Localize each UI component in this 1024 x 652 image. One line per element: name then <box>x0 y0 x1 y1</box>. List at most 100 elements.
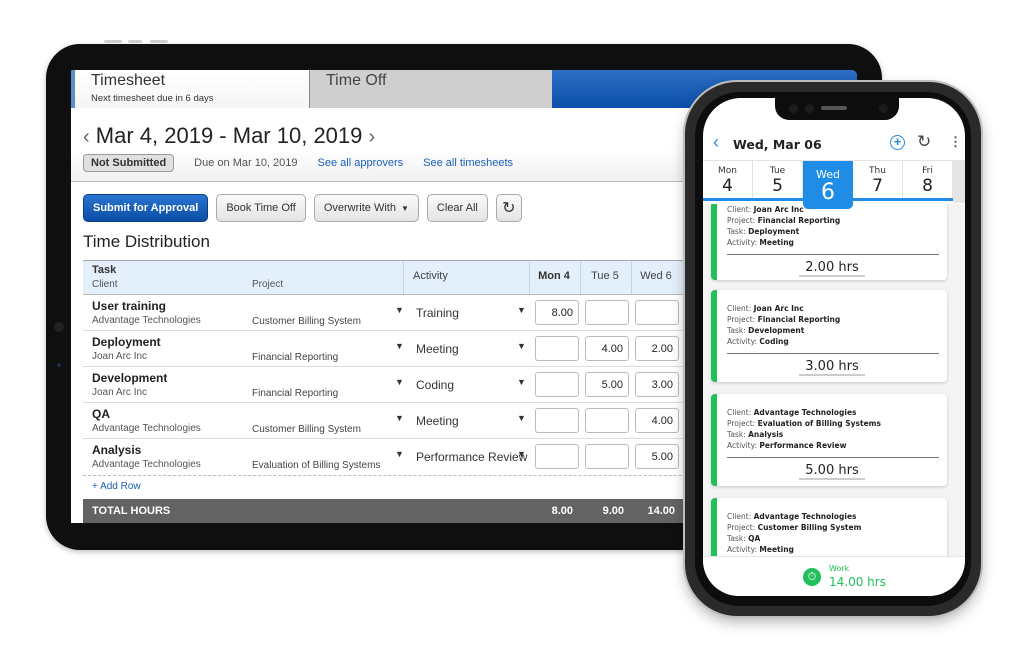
entry-list[interactable]: Client: Joan Arc Inc Project: Financial … <box>703 204 965 556</box>
hours-input-tue[interactable] <box>585 300 629 325</box>
day-tab-wed[interactable]: Wed 6 <box>803 161 853 209</box>
notch-speaker <box>821 106 847 110</box>
entry-card[interactable]: Client: Joan Arc Inc Project: Financial … <box>711 290 947 382</box>
project-dropdown-caret-icon[interactable]: ▼ <box>395 413 404 423</box>
project-dropdown-caret-icon[interactable]: ▼ <box>395 341 404 351</box>
overwrite-with-dropdown[interactable]: Overwrite With ▼ <box>313 194 419 222</box>
entry-project: Project: Evaluation of Billing Systems <box>727 419 881 428</box>
hours-input-wed[interactable] <box>635 300 679 325</box>
row-task: User training <box>92 299 167 313</box>
row-activity[interactable]: Training <box>416 306 459 320</box>
day-tab-mon[interactable]: Mon 4 <box>703 161 753 199</box>
hours-input-mon[interactable] <box>535 408 579 433</box>
back-icon[interactable]: ‹ <box>713 132 719 153</box>
entry-divider <box>727 457 939 458</box>
hours-input-wed[interactable]: 5.00 <box>635 444 679 469</box>
row-activity[interactable]: Performance Review <box>416 450 527 464</box>
activity-dropdown-caret-icon[interactable]: ▼ <box>517 449 526 459</box>
activity-dropdown-caret-icon[interactable]: ▼ <box>517 341 526 351</box>
header-project: Project <box>252 279 284 290</box>
add-entry-icon[interactable]: + <box>890 135 905 150</box>
entry-client: Client: Advantage Technologies <box>727 408 857 417</box>
row-activity[interactable]: Meeting <box>416 414 459 428</box>
stopwatch-icon: ⏱ <box>803 568 821 586</box>
row-task: QA <box>92 407 110 421</box>
tablet-sensor <box>57 343 60 346</box>
hours-input-tue[interactable] <box>585 444 629 469</box>
more-options-icon[interactable]: ⋮ <box>949 134 962 150</box>
see-all-timesheets-link[interactable]: See all timesheets <box>423 157 513 169</box>
entry-card[interactable]: Client: Advantage Technologies Project: … <box>711 498 947 556</box>
clear-all-button[interactable]: Clear All <box>426 194 488 222</box>
entry-client: Client: Advantage Technologies <box>727 512 857 521</box>
phone-notch <box>775 98 899 120</box>
hours-input-mon[interactable] <box>535 372 579 397</box>
hours-input-mon[interactable]: 8.00 <box>535 300 579 325</box>
caret-down-icon: ▼ <box>400 203 409 213</box>
entry-activity: Activity: Meeting <box>727 545 794 554</box>
overwrite-with-label: Overwrite With <box>323 202 396 214</box>
entry-project: Project: Financial Reporting <box>727 216 841 225</box>
day-tab-thu[interactable]: Thu 7 <box>853 161 903 199</box>
row-client: Advantage Technologies <box>92 315 201 326</box>
row-project: Financial Reporting <box>252 388 339 399</box>
add-row-link[interactable]: + Add Row <box>92 481 141 492</box>
tablet-button <box>128 40 142 43</box>
see-all-approvers-link[interactable]: See all approvers <box>318 157 404 169</box>
day-tab-tue[interactable]: Tue 5 <box>753 161 803 199</box>
hours-input-mon[interactable] <box>535 336 579 361</box>
entry-task: Task: Development <box>727 326 805 335</box>
activity-dropdown-caret-icon[interactable]: ▼ <box>517 413 526 423</box>
book-time-off-button[interactable]: Book Time Off <box>216 194 306 222</box>
refresh-button[interactable]: ↻ <box>495 194 522 222</box>
entry-hours: 2.00 hrs <box>717 260 947 277</box>
day-name: Thu <box>869 166 886 176</box>
header-activity: Activity <box>413 270 448 282</box>
hours-input-tue[interactable]: 5.00 <box>585 372 629 397</box>
next-period-icon[interactable]: › <box>369 126 376 148</box>
row-project: Financial Reporting <box>252 352 339 363</box>
total-mon: 8.00 <box>551 505 573 517</box>
hours-input-tue[interactable]: 4.00 <box>585 336 629 361</box>
notch-camera <box>879 104 888 113</box>
entry-project: Project: Financial Reporting <box>727 315 841 324</box>
prev-period-icon[interactable]: ‹ <box>83 126 90 148</box>
hours-input-wed[interactable]: 3.00 <box>635 372 679 397</box>
activity-dropdown-caret-icon[interactable]: ▼ <box>517 305 526 315</box>
mobile-date-title: Wed, Mar 06 <box>733 137 822 152</box>
hours-input-tue[interactable] <box>585 408 629 433</box>
row-activity[interactable]: Coding <box>416 378 454 392</box>
phone-device: ‹ Wed, Mar 06 + ↻ ⋮ Mon 4 Tue 5 Wed 6 Th… <box>685 82 981 616</box>
total-wed: 14.00 <box>647 505 675 517</box>
entry-task: Task: Deployment <box>727 227 800 236</box>
tablet-camera <box>54 322 64 332</box>
day-selector-overflow <box>953 161 965 203</box>
hours-input-wed[interactable]: 4.00 <box>635 408 679 433</box>
day-name: Fri <box>922 166 933 176</box>
row-activity[interactable]: Meeting <box>416 342 459 356</box>
day-name: Mon <box>718 166 737 176</box>
row-client: Advantage Technologies <box>92 423 201 434</box>
section-title: Time Distribution <box>83 232 210 251</box>
entry-card[interactable]: Client: Joan Arc Inc Project: Financial … <box>711 204 947 280</box>
entry-card[interactable]: Client: Advantage Technologies Project: … <box>711 394 947 486</box>
refresh-icon[interactable]: ↻ <box>917 132 931 152</box>
hours-input-wed[interactable]: 2.00 <box>635 336 679 361</box>
entry-task: Task: QA <box>727 534 761 543</box>
project-dropdown-caret-icon[interactable]: ▼ <box>395 305 404 315</box>
submit-for-approval-button[interactable]: Submit for Approval <box>83 194 209 222</box>
row-task: Development <box>92 371 168 385</box>
hours-input-mon[interactable] <box>535 444 579 469</box>
stage: Timesheet Next timesheet due in 6 days T… <box>0 0 1024 652</box>
tab-time-off[interactable]: Time Off <box>309 70 552 108</box>
tablet-button <box>104 40 122 43</box>
day-tab-fri[interactable]: Fri 8 <box>903 161 953 199</box>
entry-hours: 3.00 hrs <box>717 359 947 376</box>
tab-time-off-label: Time Off <box>326 72 387 89</box>
activity-dropdown-caret-icon[interactable]: ▼ <box>517 377 526 387</box>
project-dropdown-caret-icon[interactable]: ▼ <box>395 377 404 387</box>
tab-timesheet[interactable]: Timesheet Next timesheet due in 6 days <box>71 70 309 108</box>
project-dropdown-caret-icon[interactable]: ▼ <box>395 449 404 459</box>
row-project: Customer Billing System <box>252 316 361 327</box>
notch-sensor <box>789 104 798 113</box>
